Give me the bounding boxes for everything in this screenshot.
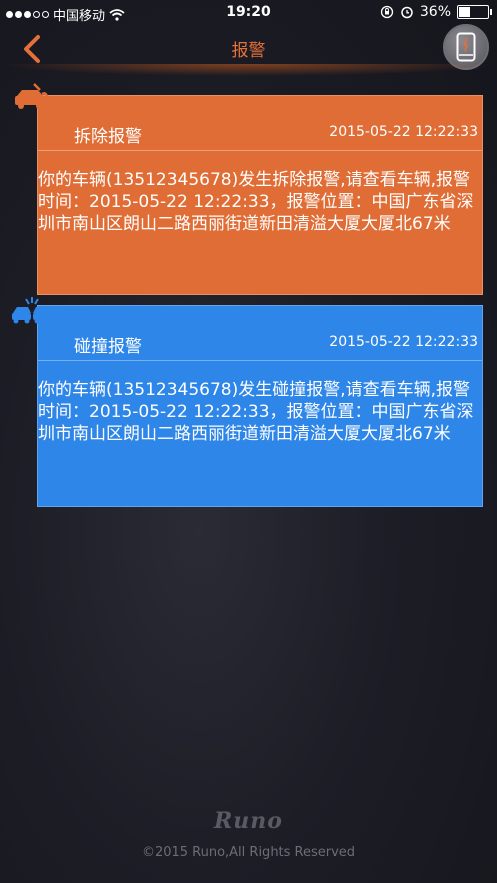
car-remove-icon — [15, 83, 52, 112]
alert-title: 拆除报警 — [74, 127, 142, 147]
status-right: 36% — [380, 4, 492, 20]
phone-icon — [456, 32, 476, 62]
footer-copyright: ©2015 Runo,All Rights Reserved — [141, 845, 356, 860]
alert-time: 2015-05-22 12:22:33 — [329, 334, 478, 350]
alert-card-header: 拆除报警 2015-05-22 12:22:33 — [38, 96, 482, 151]
alert-message: 你的车辆(13512345678)发生拆除报警,请查看车辆,报警时间：2015-… — [38, 170, 474, 234]
alert-title: 碰撞报警 — [74, 337, 142, 357]
alert-card-header: 碰撞报警 2015-05-22 12:22:33 — [38, 306, 482, 361]
nav-divider — [0, 64, 497, 76]
alert-card-removal[interactable]: 拆除报警 2015-05-22 12:22:33 你的车辆(1351234567… — [37, 95, 483, 295]
status-bar: 中国移动 19:20 36% — [0, 0, 497, 26]
footer-logo: Runo — [214, 808, 283, 834]
battery-percent: 36% — [419, 4, 451, 20]
rotation-lock-icon — [380, 5, 394, 19]
page-title: 报警 — [231, 41, 266, 61]
alert-message: 你的车辆(13512345678)发生碰撞报警,请查看车辆,报警时间：2015-… — [38, 380, 474, 444]
car-collision-icon — [12, 297, 52, 324]
alarm-clock-icon — [401, 6, 413, 19]
battery-icon — [457, 5, 492, 19]
alert-card-collision[interactable]: 碰撞报警 2015-05-22 12:22:33 你的车辆(1351234567… — [37, 305, 483, 507]
alert-time: 2015-05-22 12:22:33 — [329, 124, 478, 140]
